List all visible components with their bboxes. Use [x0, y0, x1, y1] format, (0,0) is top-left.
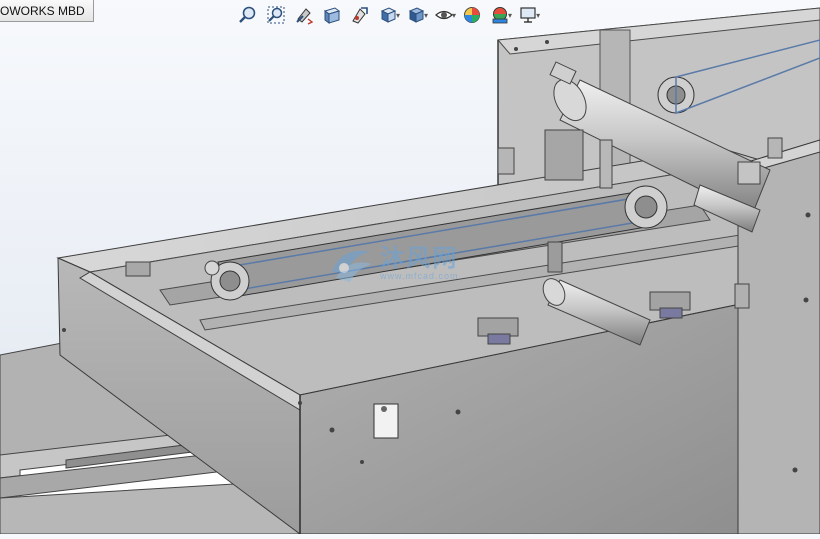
previous-view-button[interactable]	[290, 4, 318, 26]
zoom-to-fit-button[interactable]	[234, 4, 262, 26]
display-style-icon	[408, 7, 425, 23]
edit-appearance-icon	[464, 7, 481, 23]
section-view-icon	[323, 7, 341, 24]
dynamic-annotation-views-icon	[352, 7, 368, 24]
cad-model-view[interactable]	[0, 0, 820, 535]
view-orientation-button[interactable]	[374, 4, 402, 26]
mbd-tab-label: OWORKS MBD	[0, 3, 85, 18]
heads-up-view-toolbar: ▾ ▾ ▾ ▾ ▾	[234, 3, 542, 27]
view-orientation-icon	[380, 7, 397, 23]
hide-show-items-icon	[435, 10, 453, 20]
zoom-to-area-button[interactable]	[262, 4, 290, 26]
apply-scene-icon	[492, 7, 508, 24]
mbd-tab[interactable]: OWORKS MBD	[0, 0, 94, 22]
edit-appearance-button[interactable]	[458, 4, 486, 26]
section-view-button[interactable]	[318, 4, 346, 26]
zoom-to-area-icon	[267, 6, 285, 24]
zoom-to-fit-icon	[239, 6, 256, 23]
graphics-area[interactable]	[0, 0, 820, 535]
hide-show-items-button[interactable]	[430, 4, 458, 26]
apply-scene-button[interactable]	[486, 4, 514, 26]
view-settings-icon	[520, 7, 536, 23]
dynamic-annotation-views-button[interactable]	[346, 4, 374, 26]
previous-view-icon	[296, 8, 314, 25]
view-settings-button[interactable]	[514, 4, 542, 26]
display-style-button[interactable]	[402, 4, 430, 26]
